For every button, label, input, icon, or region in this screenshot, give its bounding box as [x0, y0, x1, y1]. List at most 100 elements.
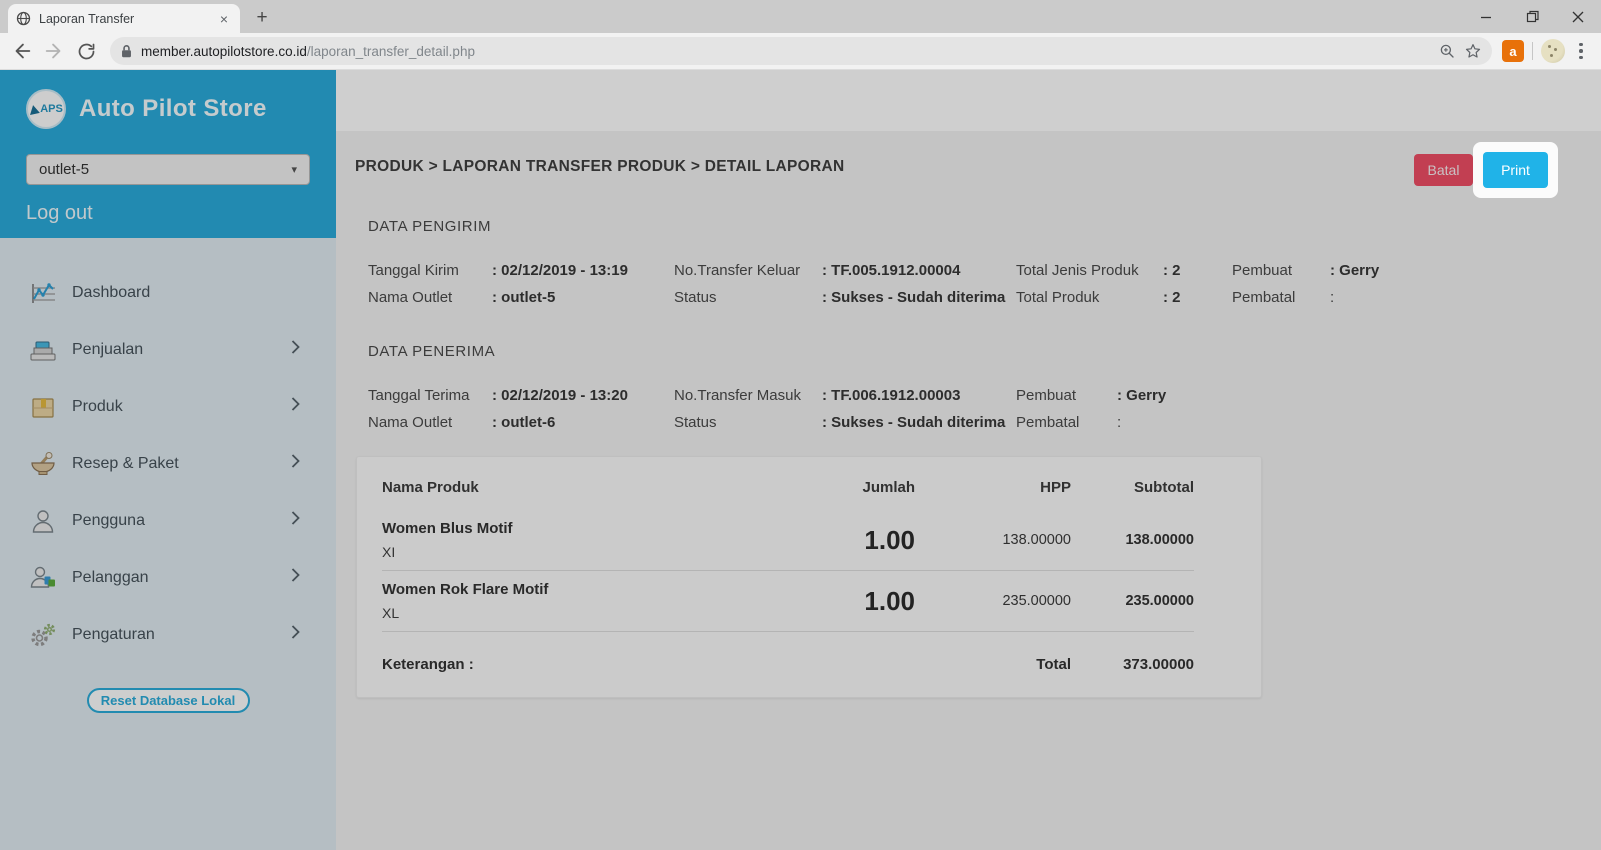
receiver-fields: Tanggal Terima : 02/12/2019 - 13:20 No.T…	[368, 382, 1601, 436]
field-label: No.Transfer Masuk	[674, 387, 801, 404]
url-domain: member.autopilotstore.co.id	[141, 43, 307, 59]
column-header-jumlah: Jumlah	[862, 479, 915, 496]
column-header-subtotal: Subtotal	[1134, 479, 1194, 496]
sidebar-item-produk[interactable]: Produk	[0, 378, 336, 435]
user-icon	[28, 506, 58, 536]
sidebar-item-label: Pelanggan	[72, 568, 149, 586]
column-header-nama-produk: Nama Produk	[382, 479, 479, 496]
sidebar-item-pengguna[interactable]: Pengguna	[0, 492, 336, 549]
qty-cell: 1.00	[864, 524, 915, 555]
sidebar-item-label: Pengaturan	[72, 625, 155, 643]
field-label: Pembatal	[1016, 414, 1080, 431]
print-highlight-box: Print	[1473, 142, 1558, 198]
logout-link[interactable]: Log out	[26, 202, 93, 225]
field-label: Total Produk	[1016, 289, 1100, 306]
field-label: Pembuat	[1232, 262, 1293, 279]
field-value: : TF.005.1912.00004	[822, 262, 961, 279]
window-restore-button[interactable]	[1509, 0, 1555, 33]
field-value: : Gerry	[1117, 387, 1167, 404]
field-label: Total Jenis Produk	[1016, 262, 1139, 279]
sidebar-menu: Dashboard Penjualan Produk Resep & Paket…	[0, 238, 336, 663]
profile-avatar[interactable]	[1541, 39, 1565, 63]
window-minimize-button[interactable]	[1463, 0, 1509, 33]
field-label: Tanggal Terima	[368, 387, 470, 404]
mortar-pestle-icon	[28, 449, 58, 479]
bookmark-star-icon[interactable]	[1464, 42, 1482, 60]
chevron-right-icon	[291, 339, 300, 360]
product-variant: XI	[382, 544, 396, 560]
subtotal-cell: 235.00000	[1125, 593, 1194, 609]
sidebar-item-label: Produk	[72, 397, 123, 415]
field-value: :	[1117, 414, 1122, 431]
product-cell: Women Rok Flare Motif XL	[382, 581, 775, 621]
sidebar-item-label: Pengguna	[72, 511, 145, 529]
url-bar[interactable]: member.autopilotstore.co.id/laporan_tran…	[110, 37, 1492, 65]
tab-close-icon[interactable]: ×	[216, 11, 232, 27]
product-name: Women Blus Motif	[382, 520, 513, 537]
hpp-cell: 235.00000	[1002, 593, 1071, 609]
window-close-button[interactable]	[1555, 0, 1601, 33]
reset-database-button[interactable]: Reset Database Lokal	[86, 688, 250, 713]
lock-icon	[120, 44, 133, 59]
sidebar-item-penjualan[interactable]: Penjualan	[0, 321, 336, 378]
field-label: Pembatal	[1232, 289, 1296, 306]
total-value: 373.00000	[1123, 656, 1194, 673]
field-value: : Gerry	[1330, 262, 1380, 279]
browser-tab[interactable]: Laporan Transfer ×	[8, 4, 240, 33]
field-value: : 2	[1163, 289, 1181, 306]
chevron-right-icon	[291, 624, 300, 645]
field-value: : Sukses - Sudah diterima	[822, 289, 1006, 306]
reload-button[interactable]	[72, 37, 100, 65]
sidebar-item-pelanggan[interactable]: Pelanggan	[0, 549, 336, 606]
field-value: : 02/12/2019 - 13:19	[492, 262, 628, 279]
url-path: /laporan_transfer_detail.php	[306, 43, 475, 59]
browser-titlebar: Laporan Transfer × +	[0, 0, 1601, 33]
field-value: : Sukses - Sudah diterima	[822, 414, 1006, 431]
field-value: : 2	[1163, 262, 1181, 279]
top-band	[336, 70, 1601, 131]
sidebar-item-pengaturan[interactable]: Pengaturan	[0, 606, 336, 663]
field-label: Nama Outlet	[368, 289, 453, 306]
sidebar-item-dashboard[interactable]: Dashboard	[0, 264, 336, 321]
sender-fields: Tanggal Kirim : 02/12/2019 - 13:19 No.Tr…	[368, 257, 1601, 311]
field-value: :	[1330, 289, 1335, 306]
keterangan-label: Keterangan :	[382, 656, 474, 673]
sidebar-item-resep-paket[interactable]: Resep & Paket	[0, 435, 336, 492]
product-variant: XL	[382, 605, 400, 621]
back-button[interactable]	[8, 37, 36, 65]
sender-section-title: DATA PENGIRIM	[368, 218, 492, 235]
table-footer-row: Keterangan : Total 373.00000	[382, 656, 1194, 673]
chevron-right-icon	[291, 567, 300, 588]
new-tab-button[interactable]: +	[248, 4, 276, 32]
forward-button[interactable]	[40, 37, 68, 65]
field-label: Tanggal Kirim	[368, 262, 459, 279]
toolbar-divider	[1532, 42, 1533, 60]
column-header-hpp: HPP	[1040, 479, 1071, 496]
outlet-select[interactable]: outlet-5 ▾	[26, 154, 310, 185]
cash-register-icon	[28, 335, 58, 365]
logo-text: APS	[40, 103, 63, 115]
field-label: Pembuat	[1016, 387, 1077, 404]
product-name: Women Rok Flare Motif	[382, 581, 549, 598]
field-label: Nama Outlet	[368, 414, 453, 431]
field-label: Status	[674, 414, 717, 431]
print-button[interactable]: Print	[1483, 152, 1548, 188]
product-box-icon	[28, 392, 58, 422]
chevron-right-icon	[291, 453, 300, 474]
field-value: : outlet-5	[492, 289, 556, 306]
tab-title: Laporan Transfer	[39, 11, 135, 26]
brand-title: Auto Pilot Store	[79, 95, 267, 122]
table-header-row: Nama Produk Jumlah HPP Subtotal	[382, 479, 1194, 510]
main-content: PRODUK > LAPORAN TRANSFER PRODUK > DETAI…	[336, 70, 1601, 850]
zoom-icon[interactable]	[1438, 42, 1456, 60]
product-cell: Women Blus Motif XI	[382, 520, 775, 560]
field-value: : TF.006.1912.00003	[822, 387, 961, 404]
sidebar-item-label: Dashboard	[72, 283, 151, 301]
field-value: : 02/12/2019 - 13:20	[492, 387, 628, 404]
extension-shopping-icon[interactable]: a	[1502, 40, 1524, 62]
browser-menu-icon[interactable]	[1569, 42, 1593, 60]
sidebar: APS Auto Pilot Store outlet-5 ▾ Log out …	[0, 70, 336, 850]
batal-button[interactable]: Batal	[1414, 154, 1473, 186]
dashboard-chart-icon	[28, 278, 58, 308]
subtotal-cell: 138.00000	[1125, 532, 1194, 548]
